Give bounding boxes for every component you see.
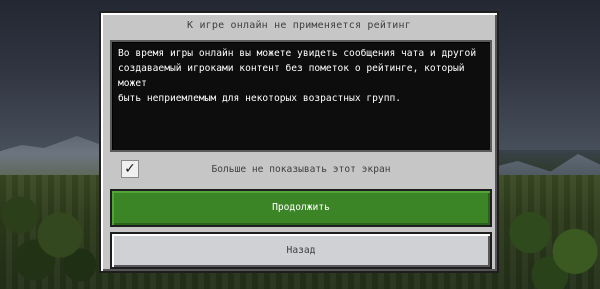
dont-show-again-label: Больше не показывать этот экран [211, 164, 391, 175]
game-screen: К игре онлайн не применяется рейтинг Во … [0, 0, 600, 289]
back-button[interactable]: Назад [110, 232, 492, 269]
dont-show-again-row[interactable]: ✓ Больше не показывать этот экран [110, 158, 492, 184]
dialog-title: К игре онлайн не применяется рейтинг [187, 20, 411, 31]
unrated-online-play-dialog: К игре онлайн не применяется рейтинг Во … [99, 11, 499, 273]
continue-button[interactable]: Продолжить [110, 189, 492, 227]
dialog-message: Во время игры онлайн вы можете увидеть с… [110, 40, 492, 152]
background-trees-right [500, 195, 600, 289]
background-trees-left [0, 185, 100, 285]
